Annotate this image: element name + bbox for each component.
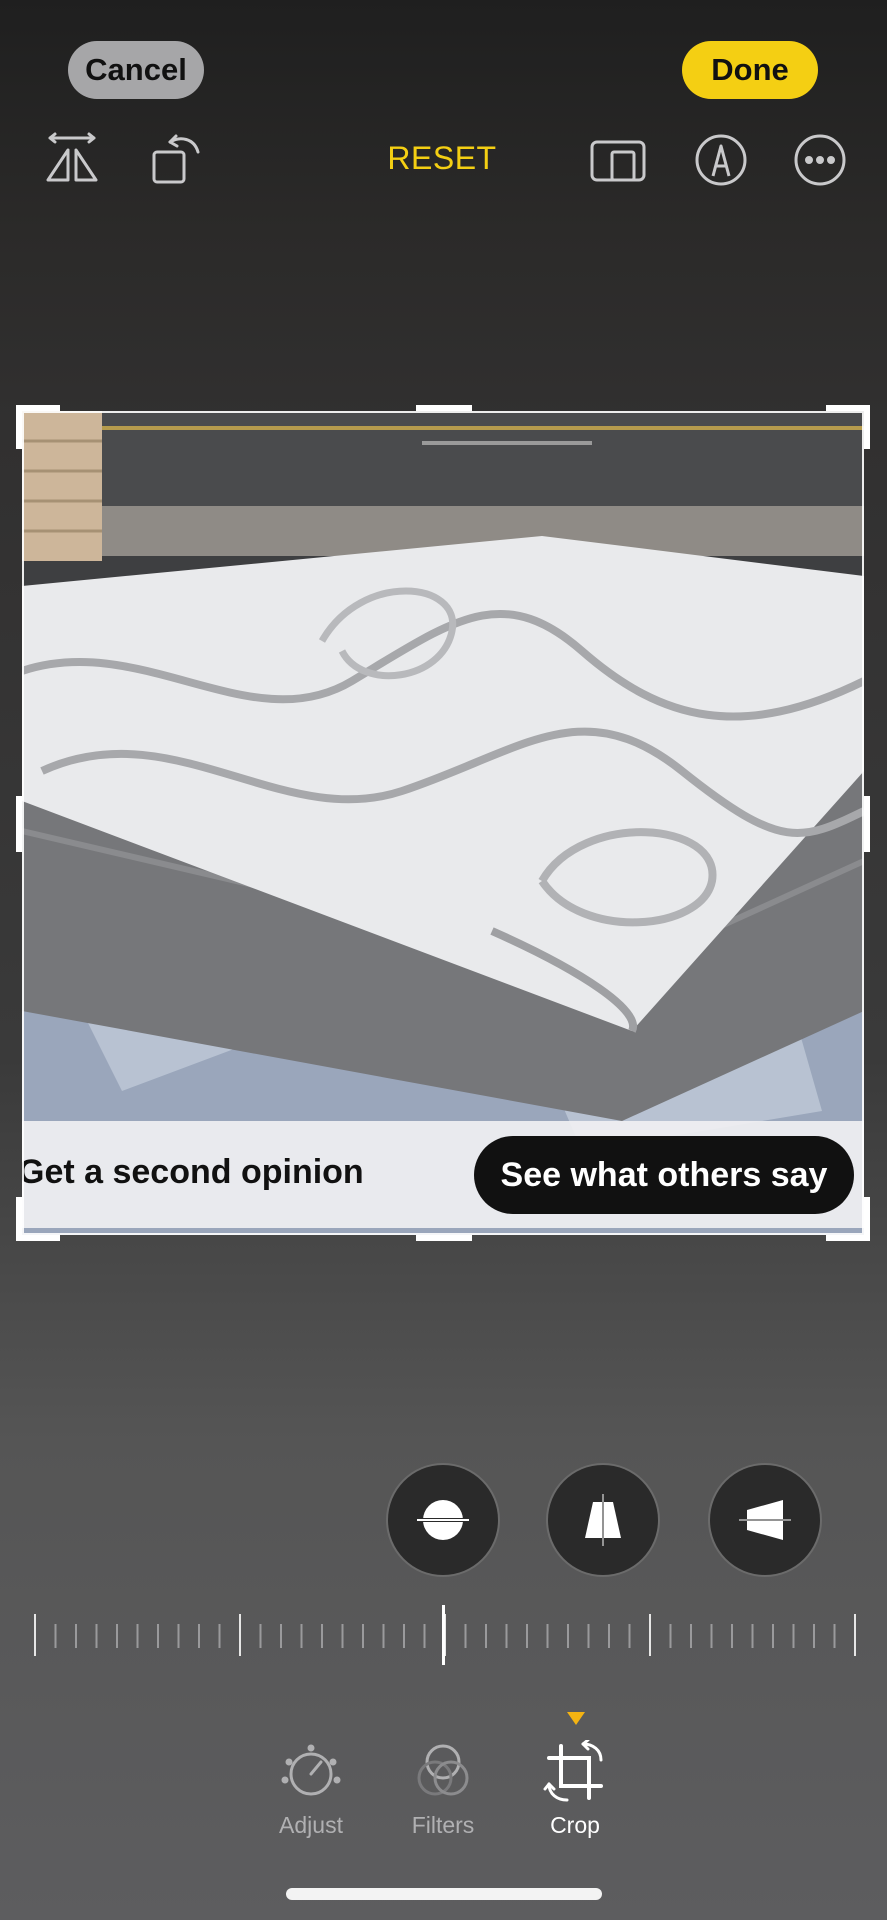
vertical-perspective-icon: [585, 1494, 621, 1546]
crop-corner-top-left[interactable]: [16, 405, 60, 411]
adjust-dial-icon: [279, 1740, 343, 1804]
crop-frame[interactable]: [22, 411, 864, 1235]
home-indicator: [286, 1888, 602, 1900]
selected-tab-marker: [567, 1712, 585, 1725]
more-options-icon[interactable]: [790, 130, 850, 190]
crop-edge-left[interactable]: [16, 796, 22, 852]
tab-adjust[interactable]: Adjust: [256, 1740, 366, 1839]
tab-crop[interactable]: Crop: [520, 1738, 630, 1839]
crop-corner-top-left-v[interactable]: [16, 405, 22, 449]
vertical-perspective-button[interactable]: [548, 1465, 658, 1575]
straighten-button[interactable]: [388, 1465, 498, 1575]
done-button[interactable]: Done: [682, 41, 818, 99]
straighten-icon: [417, 1500, 469, 1540]
horizontal-perspective-icon: [739, 1500, 791, 1540]
tab-filters[interactable]: Filters: [388, 1740, 498, 1839]
filters-circles-icon: [411, 1740, 475, 1804]
tab-crop-label: Crop: [550, 1812, 600, 1838]
crop-edge-right[interactable]: [864, 796, 870, 852]
rotate-icon[interactable]: [146, 130, 206, 190]
tab-filters-label: Filters: [411, 1812, 475, 1838]
aspect-ratio-icon[interactable]: [588, 130, 648, 190]
crop-corner-bottom-right-v[interactable]: [864, 1197, 870, 1241]
crop-corner-bottom-left-v[interactable]: [16, 1197, 22, 1241]
crop-edge-top[interactable]: [416, 405, 472, 411]
crop-rotate-icon: [543, 1738, 607, 1804]
crop-edge-bottom[interactable]: [416, 1235, 472, 1241]
dial-indicator: [442, 1605, 445, 1665]
reset-button[interactable]: RESET: [380, 140, 504, 177]
horizontal-perspective-button[interactable]: [710, 1465, 820, 1575]
rotation-dial[interactable]: [30, 1600, 860, 1670]
markup-icon[interactable]: [691, 130, 751, 190]
cancel-button[interactable]: Cancel: [68, 41, 204, 99]
tab-adjust-label: Adjust: [279, 1812, 343, 1838]
flip-horizontal-icon[interactable]: [42, 130, 102, 190]
crop-corner-top-right-v[interactable]: [864, 405, 870, 449]
crop-corner-bottom-left[interactable]: [16, 1235, 60, 1241]
